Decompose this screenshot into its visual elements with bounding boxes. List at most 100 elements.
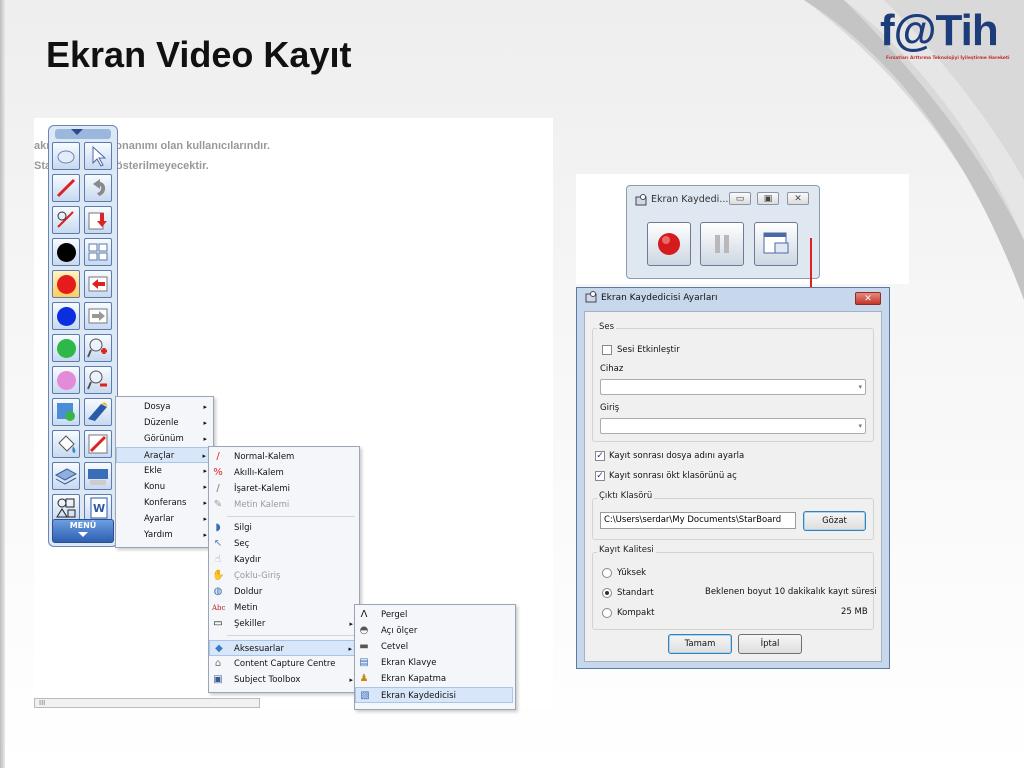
select-button[interactable] xyxy=(84,142,112,170)
settings-button[interactable] xyxy=(754,222,798,266)
accessory-screen-shade[interactable]: ♟ Ekran Kapatma xyxy=(355,671,515,687)
multi-hand-icon: ✋ xyxy=(212,570,225,581)
accessory-screen-recorder[interactable]: ▧ Ekran Kaydedicisi xyxy=(355,687,513,703)
pause-icon xyxy=(715,235,729,253)
tool-multi-input[interactable]: ✋ Çoklu-Giriş xyxy=(209,568,359,584)
next-page-button[interactable] xyxy=(84,302,112,330)
zoom-in-button[interactable] xyxy=(84,334,112,362)
cancel-button[interactable]: İptal xyxy=(738,634,802,654)
menu-item-ayarlar[interactable]: Ayarlar ▸ xyxy=(116,511,213,527)
menu-button-label: MENÜ xyxy=(69,521,97,530)
submenu-arrow-icon: ▸ xyxy=(203,467,207,475)
output-path-input[interactable]: C:\Users\serdar\My Documents\StarBoard xyxy=(600,512,796,529)
zoom-out-button[interactable] xyxy=(84,366,112,394)
fatih-logo: f@Tih Fırsatları Arttırma Teknolojiyi İy… xyxy=(880,6,1020,66)
enable-audio-checkbox[interactable] xyxy=(602,345,612,355)
browse-button[interactable]: Gözat xyxy=(803,511,866,531)
green-color-button[interactable] xyxy=(52,334,80,362)
tool-content-capture-centre[interactable]: ⌂ Content Capture Centre xyxy=(209,656,359,672)
tool-scroll[interactable]: ☝ Kaydır xyxy=(209,552,359,568)
dialog-close-button[interactable]: ✕ xyxy=(855,292,881,305)
quality-compact-radio[interactable] xyxy=(602,608,612,618)
red-color-swatch xyxy=(57,275,76,294)
close-button[interactable]: ✕ xyxy=(787,192,809,205)
menu-item-label: Konferans xyxy=(144,498,187,508)
menu-item-gorunum[interactable]: Görünüm ▸ xyxy=(116,431,213,447)
tool-smart-pen[interactable]: % Akıllı-Kalem xyxy=(209,465,359,481)
tool-label: Doldur xyxy=(234,587,263,597)
protractor-icon: ◓ xyxy=(359,625,369,636)
menu-item-araclar[interactable]: Araçlar ▸ xyxy=(116,447,213,463)
tool-label: Content Capture Centre xyxy=(234,659,336,669)
tool-label: Çoklu-Giriş xyxy=(234,571,281,581)
record-icon xyxy=(658,233,680,255)
accessory-compass[interactable]: Λ Pergel xyxy=(355,607,515,623)
horizontal-scrollbar[interactable]: III xyxy=(34,698,260,708)
menu-item-duzenle[interactable]: Düzenle ▸ xyxy=(116,415,213,431)
previous-page-button[interactable] xyxy=(84,270,112,298)
import-button[interactable] xyxy=(84,206,112,234)
open-folder-checkbox[interactable]: ✓ xyxy=(595,471,605,481)
capture-button[interactable] xyxy=(52,398,80,426)
toolbar-collapse-bar[interactable] xyxy=(55,129,111,139)
adjust-filename-checkbox[interactable]: ✓ xyxy=(595,451,605,461)
device-select[interactable]: ▾ xyxy=(600,379,866,395)
blue-color-button[interactable] xyxy=(52,302,80,330)
black-color-button[interactable] xyxy=(52,238,80,266)
shapes-button[interactable] xyxy=(52,494,80,522)
maximize-button[interactable]: ▣ xyxy=(757,192,779,205)
undo-button[interactable] xyxy=(84,174,112,202)
quality-standard-radio[interactable] xyxy=(602,588,612,598)
accessory-ruler[interactable]: ▬ Cetvel xyxy=(355,639,515,655)
capture-centre-icon: ⌂ xyxy=(214,658,222,669)
menu-item-dosya[interactable]: Dosya ▸ xyxy=(116,399,213,415)
accessory-screen-keyboard[interactable]: ▤ Ekran Klavye xyxy=(355,655,515,671)
tool-text-pen[interactable]: ✎ Metin Kalemi xyxy=(209,497,359,513)
tool-fill[interactable]: ◍ Doldur xyxy=(209,584,359,600)
word-button[interactable]: W xyxy=(84,494,112,522)
tool-text[interactable]: Abc Metin xyxy=(209,600,359,616)
tool-eraser[interactable]: ◗ Silgi xyxy=(209,520,359,536)
ok-button[interactable]: Tamam xyxy=(668,634,732,654)
pen-eraser-button[interactable] xyxy=(52,206,80,234)
pen-eraser-icon xyxy=(57,211,74,228)
tool-accessories[interactable]: ◆ Aksesuarlar ▸ xyxy=(209,640,359,656)
tool-shapes[interactable]: ▭ Şekiller ▸ xyxy=(209,616,359,632)
fill-button[interactable] xyxy=(52,430,80,458)
output-folder-label: Çıktı Klasörü xyxy=(597,491,655,501)
capture-icon xyxy=(57,403,75,421)
tools-button[interactable] xyxy=(84,398,112,426)
pause-button[interactable] xyxy=(700,222,744,266)
accessory-label: Cetvel xyxy=(381,642,409,652)
accessory-protractor[interactable]: ◓ Açı ölçer xyxy=(355,623,515,639)
quality-high-radio[interactable] xyxy=(602,568,612,578)
pink-color-button[interactable] xyxy=(52,366,80,394)
keyboard-icon xyxy=(88,469,108,485)
pen-button[interactable] xyxy=(52,174,80,202)
menu-item-label: Yardım xyxy=(144,530,173,540)
submenu-arrow-icon: ▸ xyxy=(348,645,352,653)
black-color-swatch xyxy=(57,243,76,262)
menu-item-konu[interactable]: Konu ▸ xyxy=(116,479,213,495)
menu-item-konferans[interactable]: Konferans ▸ xyxy=(116,495,213,511)
record-button[interactable] xyxy=(647,222,691,266)
input-select[interactable]: ▾ xyxy=(600,418,866,434)
quality-compact-label: Kompakt xyxy=(617,608,655,618)
red-color-button[interactable] xyxy=(52,270,80,298)
menu-button[interactable]: MENÜ xyxy=(52,519,114,543)
mouse-button[interactable] xyxy=(52,142,80,170)
stack-button[interactable] xyxy=(52,462,80,490)
menu-item-ekle[interactable]: Ekle ▸ xyxy=(116,463,213,479)
collapse-arrow-icon[interactable] xyxy=(71,129,83,135)
tool-select[interactable]: ↖ Seç xyxy=(209,536,359,552)
tool-marker-pen[interactable]: / İşaret-Kalemi xyxy=(209,481,359,497)
minimize-button[interactable]: ▭ xyxy=(729,192,751,205)
tool-subject-toolbox[interactable]: ▣ Subject Toolbox ▸ xyxy=(209,672,359,688)
menu-item-yardim[interactable]: Yardım ▸ xyxy=(116,527,213,543)
tool-normal-pen[interactable]: / Normal-Kalem xyxy=(209,449,359,465)
draw-button[interactable] xyxy=(84,430,112,458)
grid-button[interactable] xyxy=(84,238,112,266)
keyboard-button[interactable] xyxy=(84,462,112,490)
text-icon: Abc xyxy=(212,604,226,612)
recorder-window-icon xyxy=(635,194,647,209)
